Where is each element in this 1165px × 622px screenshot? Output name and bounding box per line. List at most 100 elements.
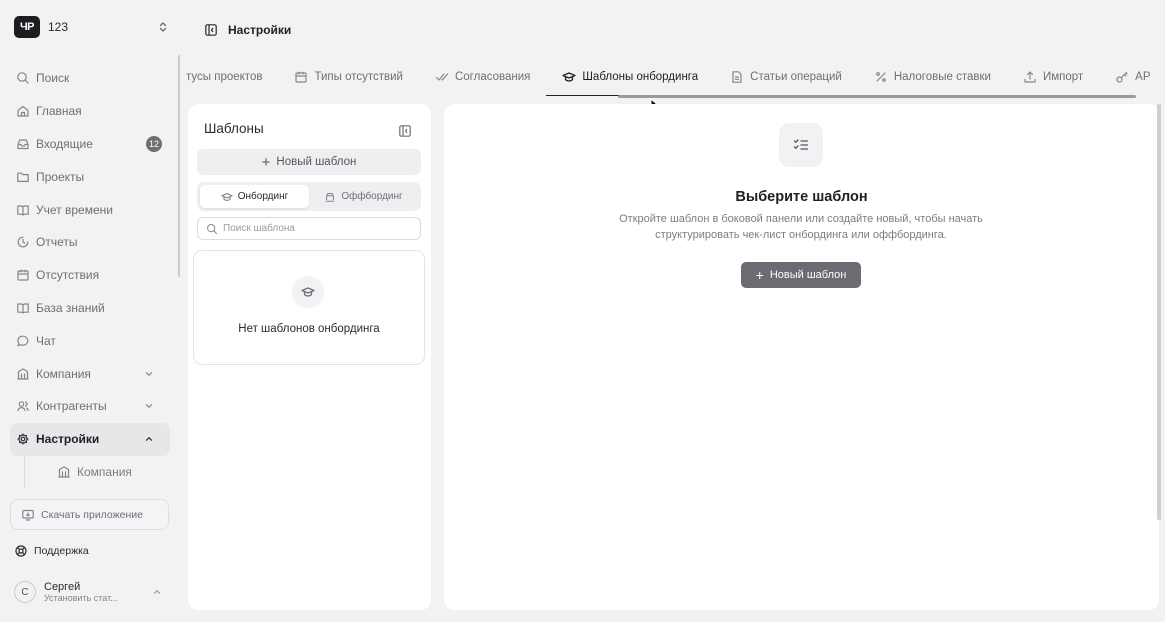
plus-icon: + (261, 153, 271, 171)
sidebar-item-home[interactable]: Главная (10, 95, 170, 128)
segment-offboarding[interactable]: Оффбординг (309, 185, 418, 208)
chevron-updown-icon[interactable] (156, 20, 170, 34)
sidebar-item-settings[interactable]: Настройки (10, 422, 170, 456)
new-template-button[interactable]: + Новый шаблон (197, 149, 421, 175)
chevron-up-icon (142, 432, 156, 446)
tab-api[interactable]: AP (1099, 58, 1165, 96)
sidebar-item-search[interactable]: Поиск (10, 62, 170, 95)
sidebar-item-time-tracking[interactable]: Учет времени (10, 193, 170, 226)
sidebar-subitem-company[interactable]: Компания (24, 455, 170, 488)
tab-absence-types[interactable]: Типы отсутствий (278, 58, 419, 96)
sidebar-item-reports[interactable]: Отчеты (10, 226, 170, 259)
sidebar-item-inbox[interactable]: Входящие 12 (10, 128, 170, 161)
sidebar-item-label: База знаний (36, 300, 105, 315)
main-scrollbar[interactable] (1157, 104, 1161, 520)
download-app-label: Скачать приложение (41, 508, 144, 521)
sidebar-item-company[interactable]: Компания (10, 357, 170, 390)
sidebar-item-label: Главная (36, 104, 82, 119)
inbox-count-badge: 12 (146, 135, 162, 152)
select-template-description: Откройте шаблон в боковой панели или соз… (619, 213, 983, 241)
sidebar-toggle-icon[interactable] (204, 23, 218, 37)
download-app-button[interactable]: Скачать приложение (10, 499, 169, 530)
sidebar-item-label: Компания (36, 366, 91, 381)
tab-import[interactable]: Импорт (1007, 58, 1099, 96)
sidebar-item-contractors[interactable]: Контрагенты (10, 390, 170, 423)
tab-operation-items[interactable]: Статьи операций (714, 58, 858, 96)
support-link[interactable]: Поддержка (14, 542, 89, 560)
empty-state-text: Нет шаблонов онбординга (238, 323, 380, 335)
percent-icon (874, 70, 888, 84)
graduation-cap-icon (562, 70, 577, 84)
sidebar-item-label: Поиск (36, 71, 70, 86)
page-title: Настройки (228, 23, 292, 37)
building-icon (57, 465, 71, 479)
tab-label: AP (1135, 71, 1151, 83)
calendar-icon (294, 70, 308, 84)
new-template-label: Новый шаблон (276, 156, 357, 168)
clock-icon (16, 235, 30, 249)
key-icon (1115, 70, 1129, 84)
chevron-down-icon (142, 399, 156, 413)
template-type-switch: Онбординг Оффбординг (197, 182, 421, 211)
chevron-up-icon (150, 585, 164, 599)
sidebar-item-label: Проекты (36, 169, 85, 184)
tabs-scrollbar[interactable] (618, 95, 1136, 98)
user-status[interactable]: Установить стат... (44, 593, 118, 603)
sidebar: ЧР 123 Поиск Главная Входящие 12 Проекты… (0, 0, 180, 622)
panel-collapse-icon[interactable] (398, 124, 412, 138)
folder-icon (16, 170, 30, 184)
bank-icon (324, 191, 336, 203)
segment-onboarding[interactable]: Онбординг (200, 185, 309, 208)
building-icon (16, 367, 30, 381)
chat-bubble-icon (16, 334, 30, 348)
book-icon (16, 203, 30, 217)
new-template-label: Новый шаблон (769, 269, 847, 281)
workspace-logo: ЧР (14, 16, 40, 38)
sidebar-subitem-label: Компания (77, 464, 132, 479)
new-template-button[interactable]: + Новый шаблон (741, 262, 861, 288)
segment-label: Оффбординг (341, 191, 403, 202)
workspace-switcher[interactable]: ЧР 123 (14, 13, 170, 41)
sidebar-item-absences[interactable]: Отсутствия (10, 259, 170, 292)
template-detail-panel: Выберите шаблон Откройте шаблон в боково… (444, 104, 1159, 610)
inbox-icon (16, 137, 30, 151)
sidebar-item-label: Настройки (36, 432, 100, 447)
chevron-down-icon (142, 367, 156, 381)
double-check-icon (435, 70, 449, 84)
monitor-download-icon (21, 508, 35, 522)
sidebar-item-chat[interactable]: Чат (10, 324, 170, 357)
templates-panel: Шаблоны + Новый шаблон Онбординг Оффборд… (188, 104, 431, 610)
calendar-icon (16, 268, 30, 282)
sidebar-item-label: Контрагенты (36, 399, 107, 414)
tab-label: Статьи операций (750, 71, 842, 83)
home-icon (16, 104, 30, 118)
select-template-title: Выберите шаблон (735, 189, 868, 205)
sidebar-item-label: Чат (36, 333, 56, 348)
graduation-cap-icon (292, 276, 324, 308)
checklist-icon (779, 123, 823, 167)
tab-label: Налоговые ставки (893, 71, 991, 83)
lifebuoy-icon (14, 544, 28, 558)
sidebar-resize-handle[interactable] (178, 55, 180, 277)
book-open-icon (16, 301, 30, 315)
tab-project-statuses[interactable]: тусы проектов (186, 58, 278, 96)
tab-label: тусы проектов (186, 71, 263, 83)
segment-label: Онбординг (237, 191, 289, 202)
sidebar-item-label: Входящие (36, 136, 93, 151)
tab-approvals[interactable]: Согласования (419, 58, 546, 96)
templates-empty-state: Нет шаблонов онбординга (193, 250, 425, 365)
template-search-input[interactable] (223, 223, 413, 234)
sidebar-item-knowledge-base[interactable]: База знаний (10, 292, 170, 325)
tab-onboarding-templates[interactable]: Шаблоны онбординга (546, 58, 715, 96)
tab-tax-rates[interactable]: Налоговые ставки (858, 58, 1007, 96)
avatar: С (14, 581, 36, 603)
users-icon (16, 399, 30, 413)
sidebar-item-projects[interactable]: Проекты (10, 160, 170, 193)
user-name: Сергей (44, 580, 81, 593)
search-icon (206, 223, 218, 235)
main-nav: Поиск Главная Входящие 12 Проекты Учет в… (10, 62, 170, 488)
user-info: Сергей Установить стат... (44, 581, 118, 604)
gear-icon (16, 432, 30, 446)
sidebar-item-label: Учет времени (36, 202, 113, 217)
user-menu[interactable]: С Сергей Установить стат... (14, 576, 164, 608)
